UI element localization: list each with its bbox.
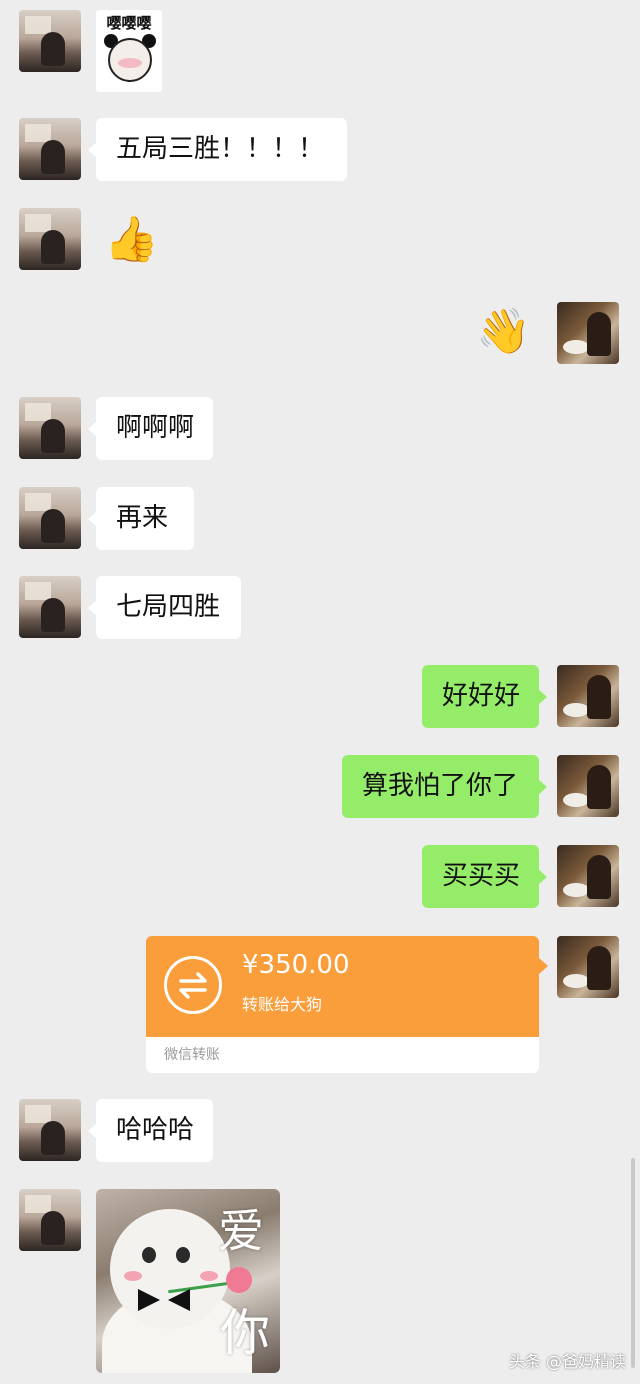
self-avatar[interactable]: [557, 845, 619, 907]
scrollbar[interactable]: [631, 1158, 635, 1368]
bowtie-icon: [138, 1289, 190, 1311]
contact-avatar[interactable]: [19, 1189, 81, 1251]
message-bubble-incoming[interactable]: 哈哈哈: [88, 1099, 213, 1162]
transfer-header: ¥350.00 转账给大狗: [146, 936, 539, 1037]
message-bubble-outgoing[interactable]: 买买买: [422, 845, 547, 908]
contact-avatar[interactable]: [19, 487, 81, 549]
transfer-arrows-icon: [164, 956, 222, 1014]
self-avatar[interactable]: [557, 302, 619, 364]
sticker-caption: 嘤嘤嘤: [106, 14, 152, 32]
message-bubble-outgoing[interactable]: 算我怕了你了: [342, 755, 547, 818]
self-avatar[interactable]: [557, 936, 619, 998]
message-bubble-incoming[interactable]: 七局四胜: [88, 576, 241, 639]
message-bubble-incoming[interactable]: 五局三胜！！！！: [88, 118, 347, 181]
message-bubble-incoming[interactable]: 再来: [88, 487, 194, 550]
transfer-bubble-tail: [539, 958, 548, 974]
contact-avatar[interactable]: [19, 10, 81, 72]
flower-icon: [226, 1267, 252, 1293]
transfer-amount: ¥350.00: [242, 950, 350, 980]
contact-avatar[interactable]: [19, 208, 81, 270]
wave-emoji[interactable]: 👋: [476, 310, 531, 354]
contact-avatar[interactable]: [19, 118, 81, 180]
transfer-note: 转账给大狗: [242, 995, 323, 1014]
message-bubble-outgoing[interactable]: 好好好: [422, 665, 547, 728]
cat-sticker[interactable]: 爱 你: [96, 1189, 280, 1373]
contact-avatar[interactable]: [19, 397, 81, 459]
sticker-word-bottom: 你: [220, 1304, 270, 1362]
thumbs-emoji[interactable]: 👍: [104, 218, 159, 262]
panda-sticker[interactable]: 嘤嘤嘤: [96, 10, 162, 92]
money-transfer-card[interactable]: ¥350.00 转账给大狗 微信转账: [146, 936, 539, 1073]
sticker-word-top: 爱: [218, 1204, 264, 1258]
self-avatar[interactable]: [557, 755, 619, 817]
watermark: 头条 @爸妈精读: [508, 1352, 626, 1371]
transfer-footer: 微信转账: [164, 1047, 220, 1063]
message-bubble-incoming[interactable]: 啊啊啊: [88, 397, 213, 460]
contact-avatar[interactable]: [19, 1099, 81, 1161]
contact-avatar[interactable]: [19, 576, 81, 638]
self-avatar[interactable]: [557, 665, 619, 727]
